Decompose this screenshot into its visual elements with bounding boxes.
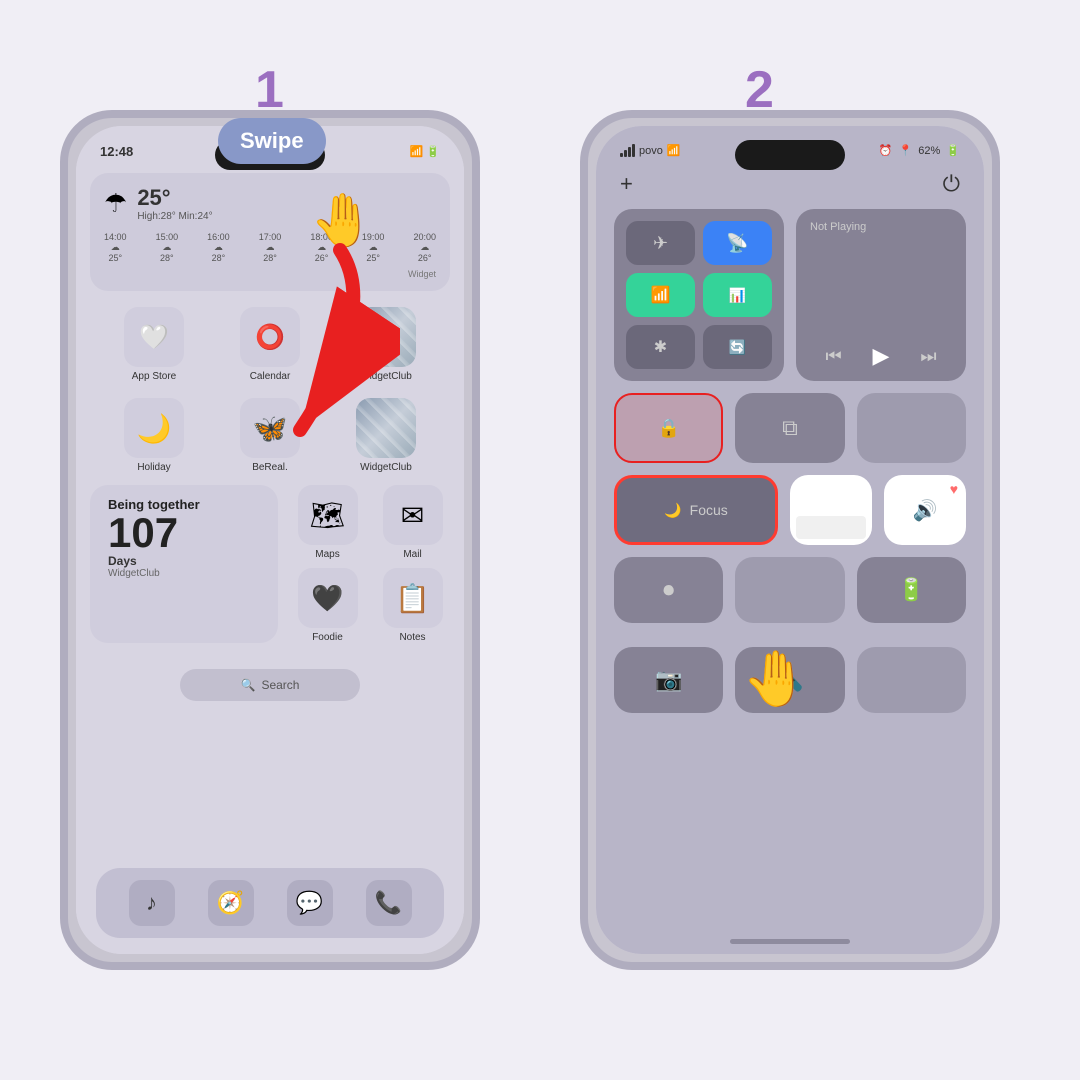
- red-arrow: [180, 230, 400, 510]
- airdrop-button[interactable]: 📡: [703, 221, 772, 265]
- signal-bar-1: [620, 153, 623, 157]
- airplane-mode-button[interactable]: ✈: [626, 221, 695, 265]
- holiday-icon: 🌙: [124, 398, 184, 458]
- app-store-icon: 🤍: [124, 307, 184, 367]
- foodie-label: Foodie: [312, 632, 343, 643]
- focus-label: Focus: [690, 502, 728, 518]
- phone2-mute-button[interactable]: [580, 208, 582, 244]
- moon-icon: 🌙: [664, 502, 681, 519]
- wifi-button[interactable]: 📶: [626, 273, 695, 317]
- notes-icon: 📋: [383, 568, 443, 628]
- cc-row2: 🔒 ⧉: [596, 381, 984, 463]
- not-playing-label: Not Playing: [810, 221, 952, 233]
- search-bar[interactable]: 🔍 Search: [180, 669, 360, 701]
- airdrop2-button[interactable]: 🔄: [703, 325, 772, 369]
- search-section: 🔍 Search: [76, 659, 464, 711]
- volume-down-button[interactable]: [60, 333, 62, 393]
- countdown-sub-label: WidgetClub: [108, 568, 160, 579]
- brightness-slider[interactable]: [790, 475, 872, 545]
- volume-tile[interactable]: 🔊 ♥: [884, 475, 966, 545]
- search-label: Search: [261, 678, 299, 692]
- phone2-frame: povo 📶 ⏰ 📍 62% 🔋 + ⏻ ✈: [580, 110, 1000, 970]
- app-store-label: App Store: [132, 371, 176, 382]
- maps-label: Maps: [315, 549, 339, 560]
- heart-icon: ♥: [950, 481, 958, 497]
- cc-status-left: povo 📶: [620, 144, 681, 157]
- next-track-button[interactable]: ⏭: [920, 346, 936, 367]
- alarm-icon: ⏰: [879, 144, 893, 157]
- wifi-icon: 📶: [667, 144, 681, 157]
- cc-power-icon[interactable]: ⏻: [943, 171, 960, 197]
- app-row-4: 🖤 Foodie 📋 Notes: [290, 568, 450, 643]
- screen-mirror-button[interactable]: ⧉: [735, 393, 844, 463]
- signal-bar-3: [628, 147, 631, 157]
- empty-tile-2: [735, 557, 844, 623]
- cc-add-icon[interactable]: +: [620, 171, 633, 197]
- time-display: 12:48: [100, 144, 133, 159]
- signal-bars: [620, 144, 635, 157]
- list-item[interactable]: 🖤 Foodie: [290, 568, 365, 643]
- battery-percent: 62%: [918, 145, 940, 157]
- phone2-volume-up-button[interactable]: [580, 258, 582, 318]
- dock: ♪ 🧭 💬 📞: [96, 868, 444, 938]
- safari-dock-icon[interactable]: 🧭: [208, 880, 254, 926]
- weather-temp: 25°: [137, 185, 212, 211]
- now-playing-tile: Not Playing ⏮ ▶ ⏭: [796, 209, 966, 381]
- focus-button[interactable]: 🌙 Focus: [614, 475, 778, 545]
- phone2-dynamic-island: [735, 140, 845, 170]
- search-icon: 🔍: [241, 678, 256, 692]
- phone-dock-icon[interactable]: 📞: [366, 880, 412, 926]
- countdown-days-label: Days: [108, 554, 137, 568]
- bluetooth-button[interactable]: ✱: [626, 325, 695, 369]
- messages-dock-icon[interactable]: 💬: [287, 880, 333, 926]
- location-icon: 📍: [899, 144, 913, 157]
- volume-up-button[interactable]: [60, 258, 62, 318]
- prev-track-button[interactable]: ⏮: [825, 346, 841, 367]
- battery-icon: 🔋: [946, 144, 960, 157]
- rotation-lock-button[interactable]: 🔒: [614, 393, 723, 463]
- notes-label: Notes: [399, 632, 425, 643]
- cc-connectivity-media-row: ✈ 📡 📶 📊 ✱ 🔄 Not Playing ⏮ ▶ ⏭: [596, 201, 984, 381]
- countdown-days: 107: [108, 512, 178, 554]
- weather-minmax: High:28° Min:24°: [137, 211, 212, 222]
- focus-hand-icon: 🤚: [742, 648, 809, 711]
- list-item[interactable]: 📋 Notes: [375, 568, 450, 643]
- power-button[interactable]: [478, 278, 480, 368]
- home-indicator: [730, 939, 850, 944]
- cellular-button[interactable]: 📊: [703, 273, 772, 317]
- cc-status-right: ⏰ 📍 62% 🔋: [879, 144, 960, 157]
- swipe-bubble: Swipe: [218, 118, 326, 164]
- mute-button[interactable]: [60, 208, 62, 244]
- empty-tile-3: [857, 647, 966, 713]
- phone2-power-button[interactable]: [998, 278, 1000, 368]
- foodie-icon: 🖤: [298, 568, 358, 628]
- connectivity-tile: ✈ 📡 📶 📊 ✱ 🔄: [614, 209, 784, 381]
- weather-icon: ☂: [104, 188, 127, 219]
- volume-icon: 🔊: [913, 498, 938, 523]
- music-dock-icon[interactable]: ♪: [129, 880, 175, 926]
- carrier-name: povo: [639, 145, 663, 157]
- cc-row4: ⏺ 🔋: [596, 545, 984, 623]
- battery-tile: 🔋: [857, 557, 966, 623]
- signal-bar-4: [632, 144, 635, 157]
- status-icons: 📶 🔋: [410, 145, 440, 158]
- empty-tile-1: [857, 393, 966, 463]
- camera-button[interactable]: 📷: [614, 647, 723, 713]
- screen-record-button[interactable]: ⏺: [614, 557, 723, 623]
- cc-focus-row: 🌙 Focus 🔊 ♥: [596, 463, 984, 545]
- holiday-label: Holiday: [137, 462, 170, 473]
- play-pause-button[interactable]: ▶: [873, 343, 890, 369]
- signal-bar-2: [624, 150, 627, 157]
- mail-label: Mail: [403, 549, 421, 560]
- cc-topbar: + ⏻: [596, 165, 984, 201]
- phone2-screen: povo 📶 ⏰ 📍 62% 🔋 + ⏻ ✈: [596, 126, 984, 954]
- phone2-volume-down-button[interactable]: [580, 333, 582, 393]
